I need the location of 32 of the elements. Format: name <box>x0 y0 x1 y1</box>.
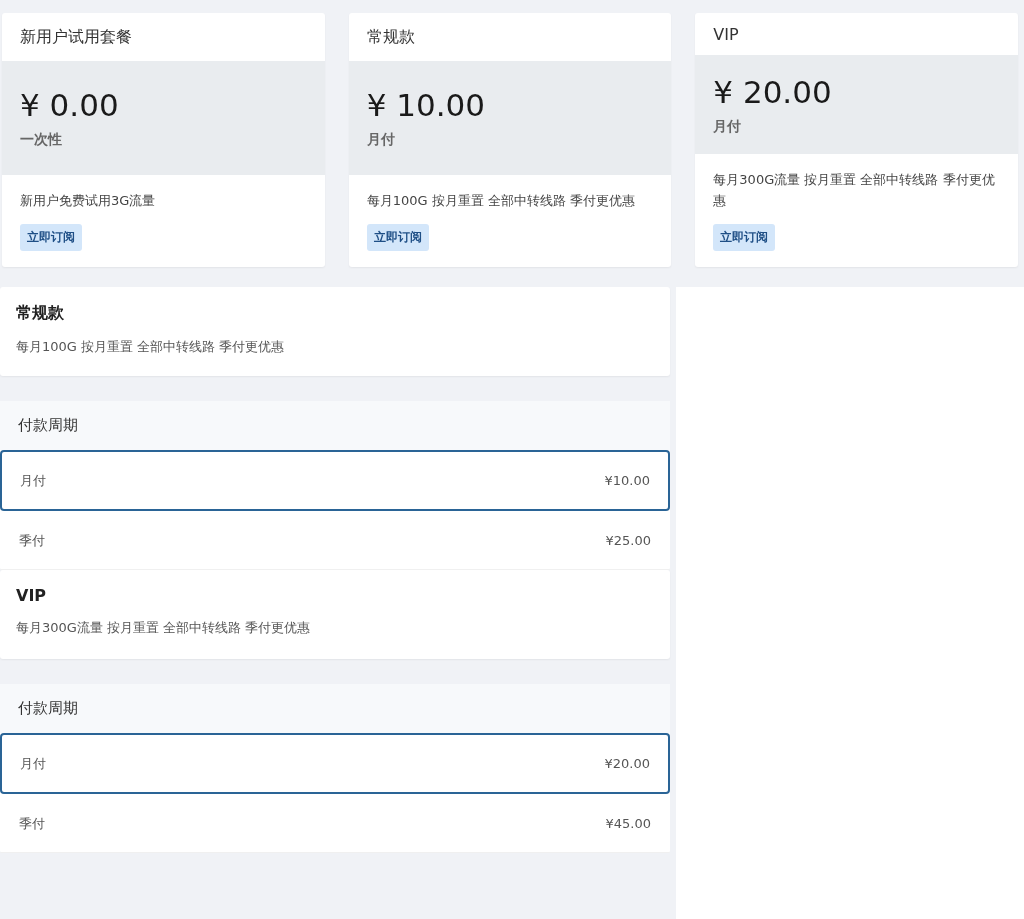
period-price: ¥45.00 <box>605 816 651 831</box>
plan-description: 每月300G流量 按月重置 全部中转线路 季付更优惠 <box>16 619 312 637</box>
period-price: ¥10.00 <box>604 473 650 488</box>
period-title: 付款周期 <box>0 401 670 450</box>
plan-title: VIP <box>16 586 48 605</box>
period-price: ¥25.00 <box>605 533 651 548</box>
period-option[interactable]: 月付 ¥10.00 <box>0 450 670 511</box>
plan-description: 每月100G 按月重置 全部中转线路 季付更优惠 <box>366 192 635 211</box>
billing-cycle: 月付 <box>366 131 396 150</box>
period-option[interactable]: 月付 ¥20.00 <box>0 733 670 794</box>
plan-description: 每月100G 按月重置 全部中转线路 季付更优惠 <box>16 338 286 356</box>
plan-name: VIP <box>712 23 740 46</box>
billing-cycle: 一次性 <box>20 131 63 150</box>
plan-title: 常规款 <box>16 303 65 324</box>
subscribe-button[interactable]: 立即订阅 <box>20 224 82 251</box>
period-label: 月付 <box>20 754 46 773</box>
plan-name: 常规款 <box>365 25 416 48</box>
plan-price: ¥ 0.00 <box>20 87 120 124</box>
plan-description: 每月300G流量 按月重置 全部中转线路 季付更优惠 <box>713 171 996 211</box>
period-option[interactable]: 季付 ¥45.00 <box>0 794 670 853</box>
plan-price: ¥ 20.00 <box>713 73 833 110</box>
subscribe-button[interactable]: 立即订阅 <box>713 224 776 251</box>
period-title: 付款周期 <box>0 684 670 733</box>
period-label: 季付 <box>19 531 45 550</box>
plan-description: 新用户免费试用3G流量 <box>20 192 156 211</box>
period-label: 季付 <box>19 814 45 833</box>
subscribe-button[interactable]: 立即订阅 <box>366 224 429 251</box>
period-price: ¥20.00 <box>604 756 650 771</box>
period-label: 月付 <box>20 471 46 490</box>
plan-name: 新用户试用套餐 <box>19 25 133 48</box>
plan-price: ¥ 10.00 <box>366 87 486 124</box>
billing-cycle: 月付 <box>713 117 743 136</box>
